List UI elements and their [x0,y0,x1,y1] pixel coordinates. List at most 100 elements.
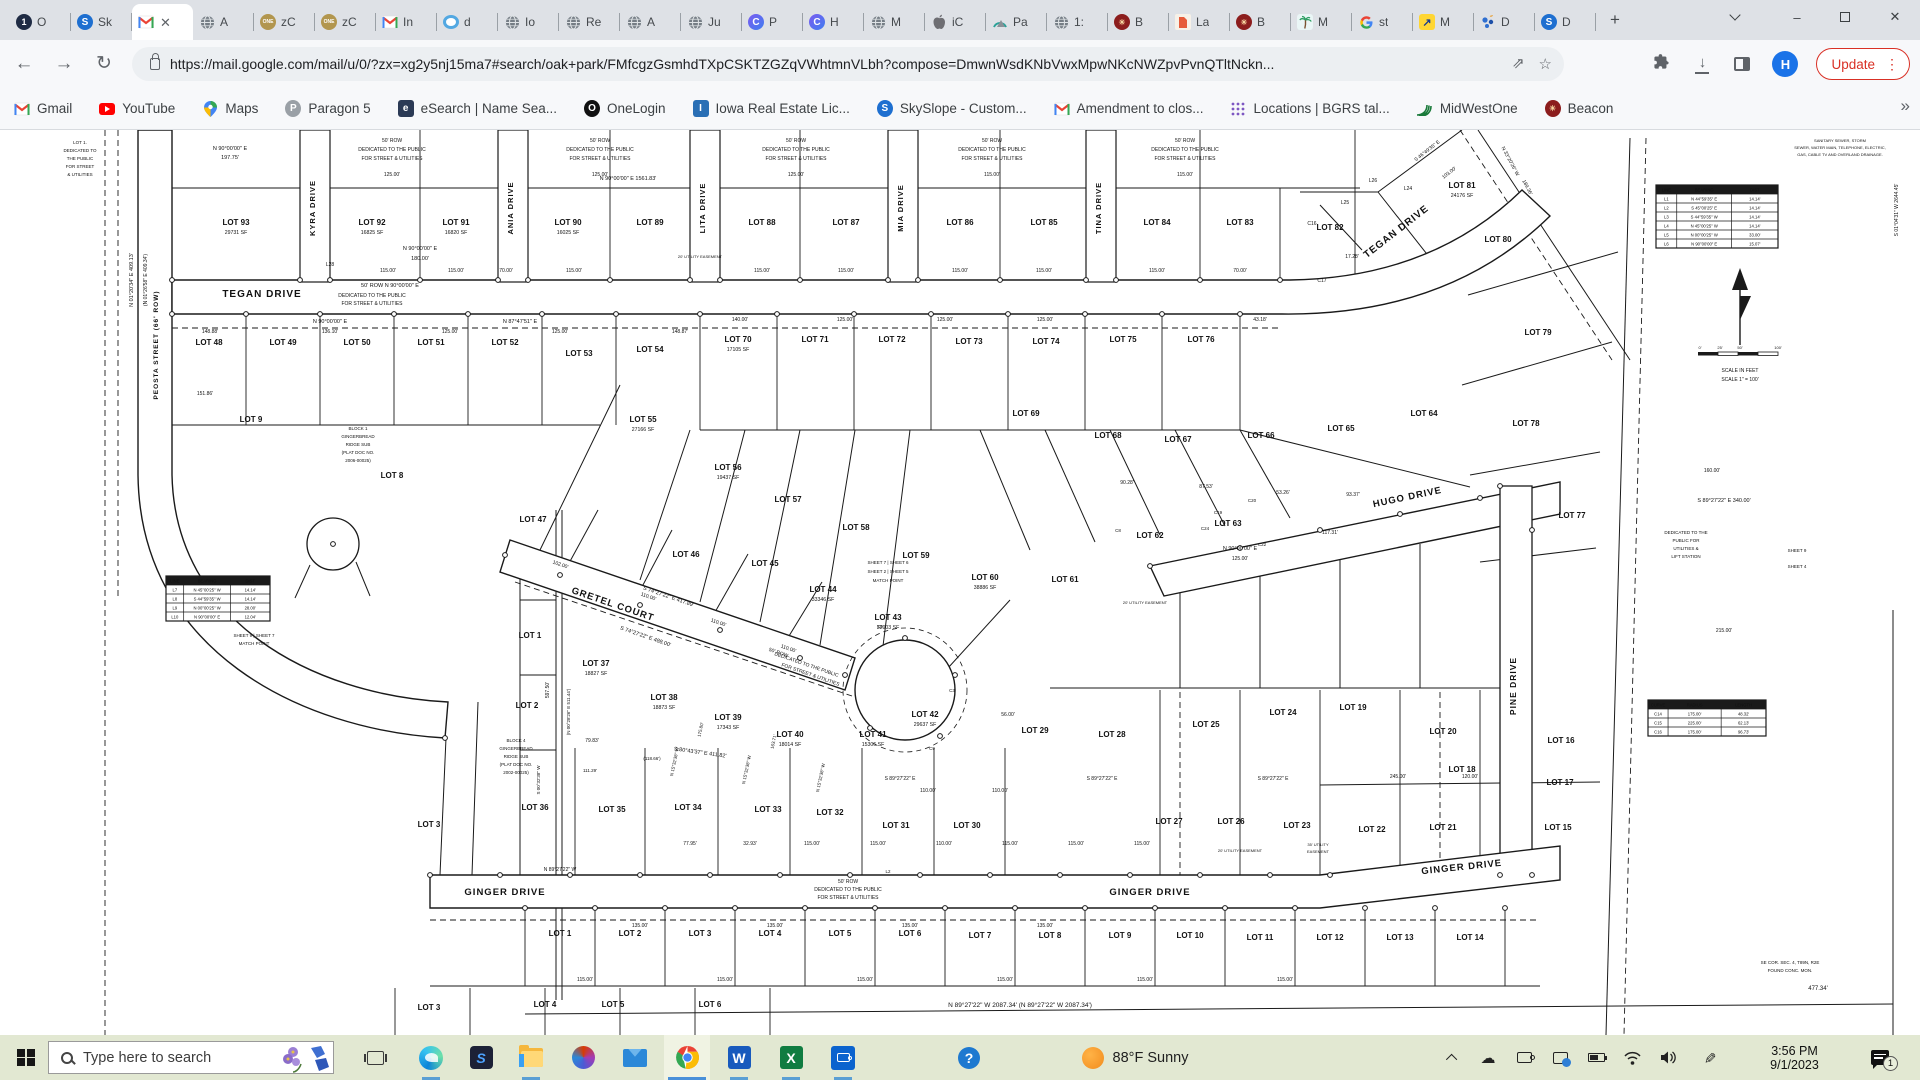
tray-expand-icon[interactable] [1438,1035,1468,1080]
notification-center[interactable]: 1 [1856,1035,1904,1080]
tab-active[interactable]: ✕ [132,4,193,40]
tab[interactable]: A [193,4,254,40]
maximize-icon[interactable] [1822,0,1868,34]
wifi-icon[interactable] [1616,1035,1648,1080]
snip-taskbar-button[interactable] [820,1035,866,1080]
gmail-icon [382,14,398,30]
svg-text:LOT 38: LOT 38 [650,693,678,702]
bookmark-item[interactable]: Locations | BGRS tal... [1230,100,1389,117]
reload-button[interactable]: ↻ [88,48,120,80]
tab[interactable]: ONEzC [254,4,315,40]
help-taskbar-button[interactable]: ? [946,1035,992,1080]
tab-search-chevron-icon[interactable] [1712,0,1758,34]
tab[interactable]: 1O [10,4,71,40]
new-tab-button[interactable]: + [1602,8,1628,34]
bookmarks-overflow-icon[interactable]: » [1901,96,1910,116]
address-bar[interactable]: https://mail.google.com/mail/u/0/?zx=xg2… [132,47,1564,81]
bookmark-item[interactable]: Amendment to clos... [1054,100,1204,117]
bookmark-item[interactable]: IIowa Real Estate Lic... [693,100,850,117]
bookmark-item[interactable]: MidWestOne [1417,100,1518,117]
side-panel-icon[interactable] [1734,57,1750,71]
volume-icon[interactable] [1652,1035,1686,1080]
update-button[interactable]: Update ⋮ [1816,48,1910,80]
mail-taskbar-button[interactable] [612,1035,658,1080]
tab[interactable]: A [620,4,681,40]
profile-avatar[interactable]: H [1772,51,1798,77]
tab[interactable]: M [864,4,925,40]
powertoy-taskbar-button[interactable]: S [458,1035,504,1080]
tab[interactable]: Re [559,4,620,40]
help-icon: ? [958,1047,980,1069]
tab[interactable]: CP [742,4,803,40]
start-button[interactable] [8,1035,44,1080]
tab[interactable]: CH [803,4,864,40]
svg-text:KYRA DRIVE: KYRA DRIVE [308,180,317,236]
svg-text:LOT 16: LOT 16 [1547,736,1575,745]
tab[interactable]: iC [925,4,986,40]
explorer-taskbar-button[interactable] [508,1035,554,1080]
svg-text:L25: L25 [1341,200,1350,206]
weather-widget[interactable]: 88°F Sunny [1060,1035,1210,1080]
svg-text:20' UTILITY EASEMENT: 20' UTILITY EASEMENT [1218,848,1263,853]
tab[interactable]: SD [1535,4,1596,40]
globe-icon [504,14,520,30]
back-button[interactable]: ← [8,48,40,80]
url-text[interactable]: https://mail.google.com/mail/u/0/?zx=xg2… [170,56,1498,72]
svg-text:DEDICATED TO THE PUBLIC: DEDICATED TO THE PUBLIC [338,293,406,299]
bookmark-item[interactable]: eeSearch | Name Sea... [398,100,557,117]
bookmark-item[interactable]: ☀Beacon [1545,100,1614,117]
taskview-taskbar-button[interactable] [352,1035,398,1080]
tab[interactable]: ☀B [1230,4,1291,40]
device-cast-icon[interactable] [1508,1035,1540,1080]
share-icon[interactable]: ⇗ [1512,54,1525,72]
svg-text:LOT 83: LOT 83 [1226,218,1254,227]
tab[interactable]: Pa [986,4,1047,40]
svg-text:N 90°00'00" E: N 90°00'00" E [313,319,348,325]
tab[interactable]: Io [498,4,559,40]
svg-text:GINGERBREAD: GINGERBREAD [499,746,533,751]
forward-button[interactable]: → [48,48,80,80]
svg-text:S 46°49'35" E: S 46°49'35" E [1413,139,1442,163]
office-taskbar-button[interactable] [560,1035,606,1080]
tab[interactable]: La [1169,4,1230,40]
tab[interactable]: M [1291,4,1352,40]
edge-taskbar-button[interactable] [408,1035,454,1080]
tab[interactable]: d [437,4,498,40]
bookmark-item[interactable]: OOneLogin [584,100,666,117]
tab[interactable]: ☀B [1108,4,1169,40]
tab[interactable]: ONEzC [315,4,376,40]
taskbar-search-box[interactable]: Type here to search [48,1041,334,1074]
tab[interactable]: SSk [71,4,132,40]
tab[interactable]: 1: [1047,4,1108,40]
tab-close-icon[interactable]: ✕ [160,16,171,29]
tab[interactable]: ↗M [1413,4,1474,40]
onedrive-icon[interactable]: ☁ [1472,1035,1504,1080]
extensions-icon[interactable] [1653,53,1670,75]
minimize-icon[interactable]: – [1774,0,1820,34]
svg-text:LOT 37: LOT 37 [582,659,610,668]
pen-icon[interactable]: ✎ [1692,1035,1726,1080]
tab[interactable]: Ju [681,4,742,40]
taskview-icon [367,1051,384,1065]
screen-share-icon[interactable] [1544,1035,1576,1080]
chrome-taskbar-button[interactable] [664,1035,710,1080]
excel-taskbar-button[interactable]: X [768,1035,814,1080]
bookmark-star-icon[interactable]: ☆ [1539,55,1552,73]
word-taskbar-button[interactable]: W [716,1035,762,1080]
tab[interactable]: st [1352,4,1413,40]
bookmark-item[interactable]: Maps [202,100,258,117]
battery-icon[interactable] [1580,1035,1612,1080]
svg-text:FOR STREET & UTILITIES: FOR STREET & UTILITIES [361,156,423,162]
tab[interactable]: D [1474,4,1535,40]
tab[interactable]: In [376,4,437,40]
bookmark-item[interactable]: SSkySlope - Custom... [877,100,1027,117]
download-icon[interactable]: ↓ [1694,56,1710,72]
taskbar-clock[interactable]: 3:56 PM 9/1/2023 [1742,1035,1847,1080]
bookmark-item[interactable]: PParagon 5 [285,100,370,117]
close-window-icon[interactable]: ✕ [1872,0,1918,34]
bookmark-item[interactable]: YouTube [99,100,175,117]
bookmark-item[interactable]: Gmail [14,100,72,117]
svg-text:125.00': 125.00' [837,317,853,323]
office-icon [572,1046,595,1069]
bookmarks-bar: Gmail YouTube Maps PParagon 5 eeSearch | Nam… [0,88,1920,130]
